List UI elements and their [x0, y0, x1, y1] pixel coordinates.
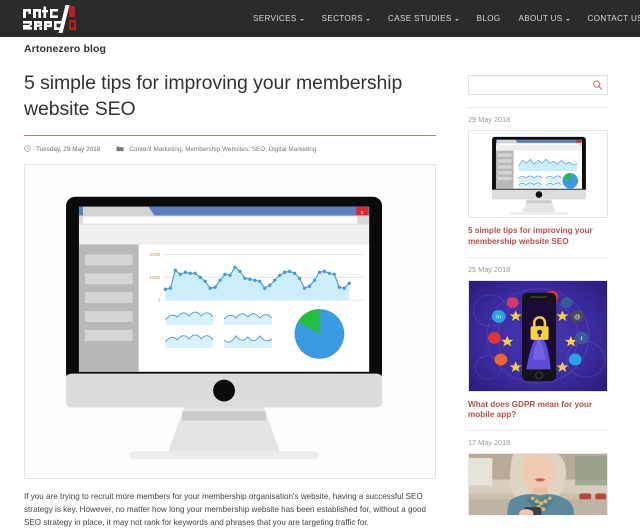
sidebar: 29 May 2018 5 simple tips for improving … [460, 60, 640, 528]
page-body: 5 simple tips for improving your members… [0, 60, 640, 528]
sidebar-post-date: 29 May 2018 [468, 115, 511, 124]
nav-item-sectors[interactable]: SECTORS [313, 14, 379, 23]
sidebar-divider [468, 256, 608, 258]
nav-label: SECTORS [321, 14, 364, 23]
search-button[interactable] [592, 79, 603, 90]
svg-text:x: x [361, 210, 364, 216]
chevron-down-icon [565, 18, 570, 21]
svg-text:f: f [581, 335, 583, 342]
chevron-down-icon [299, 18, 304, 21]
site-header: SERVICES SECTORS CASE STUDIES BLOG ABOUT… [0, 0, 640, 37]
nav-label: ABOUT US [518, 14, 563, 23]
search-input[interactable] [468, 74, 608, 95]
nav-label: BLOG [476, 14, 501, 23]
sidebar-post-3: 17 May 2018 [468, 438, 608, 516]
clock-icon [24, 145, 31, 154]
svg-text:1000: 1000 [149, 275, 160, 281]
title-divider [24, 134, 436, 136]
nav-label: SERVICES [253, 14, 297, 23]
article-column: 5 simple tips for improving your members… [0, 60, 460, 528]
nav-label: CASE STUDIES [388, 14, 452, 23]
sidebar-post-date: 25 May 2018 [468, 264, 511, 274]
sidebar-divider [468, 430, 608, 432]
nav-item-contact-us[interactable]: CONTACT US [579, 14, 640, 23]
sidebar-post-title-link[interactable]: What does GDPR mean for your mobile app? [468, 400, 608, 422]
nav-item-services[interactable]: SERVICES [244, 14, 313, 23]
gdpr-thumbnail-illustration: in f @ [469, 280, 607, 391]
page-title: 5 simple tips for improving your members… [24, 72, 403, 120]
chevron-down-icon [454, 18, 459, 21]
blog-subheader: Artonezero blog [0, 37, 640, 60]
sidebar-post-2: 25 May 2018 in f @ What does GDPR mean f… [468, 265, 608, 422]
article-categories: Content Marketing, Membership Websites, … [129, 145, 317, 153]
nav-item-case-studies[interactable]: CASE STUDIES [379, 14, 468, 23]
svg-text:0: 0 [158, 297, 161, 303]
monitor-illustration: x 2000 1000 0 [25, 165, 435, 478]
nav-item-about-us[interactable]: ABOUT US [510, 14, 579, 23]
sidebar-post-thumbnail[interactable] [468, 453, 608, 516]
search-box [468, 74, 608, 95]
sidebar-post-date: 17 May 2018 [468, 438, 511, 448]
sidebar-divider [468, 107, 608, 108]
svg-text:@: @ [574, 314, 580, 321]
site-logo[interactable] [22, 4, 78, 33]
chevron-down-icon [366, 18, 371, 21]
article-date: Tuesday, 29 May 2018 [36, 145, 101, 153]
sidebar-post-thumbnail[interactable] [468, 130, 608, 218]
article-meta: Tuesday, 29 May 2018 Content Marketing, … [24, 145, 436, 154]
article-hero-image: x 2000 1000 0 [24, 163, 436, 479]
woman-phone-thumbnail-illustration [469, 454, 607, 516]
main-navigation: SERVICES SECTORS CASE STUDIES BLOG ABOUT… [244, 0, 640, 37]
logo-mark [23, 4, 76, 33]
article-body: If you are trying to recruit more member… [24, 491, 427, 528]
sidebar-post-title-link[interactable]: 5 simple tips for improving your members… [468, 226, 608, 248]
folder-icon [116, 145, 124, 154]
svg-text:2000: 2000 [149, 252, 160, 258]
blog-subheader-title: Artonezero blog [24, 42, 106, 55]
nav-label: CONTACT US [587, 14, 640, 23]
sidebar-post-1: 29 May 2018 5 simple tips for improving … [468, 115, 608, 248]
sidebar-post-thumbnail[interactable]: in f @ [468, 279, 608, 392]
search-icon [592, 80, 603, 90]
nav-item-blog[interactable]: BLOG [468, 14, 510, 23]
monitor-thumbnail-illustration [492, 136, 586, 215]
svg-text:in: in [496, 314, 502, 321]
